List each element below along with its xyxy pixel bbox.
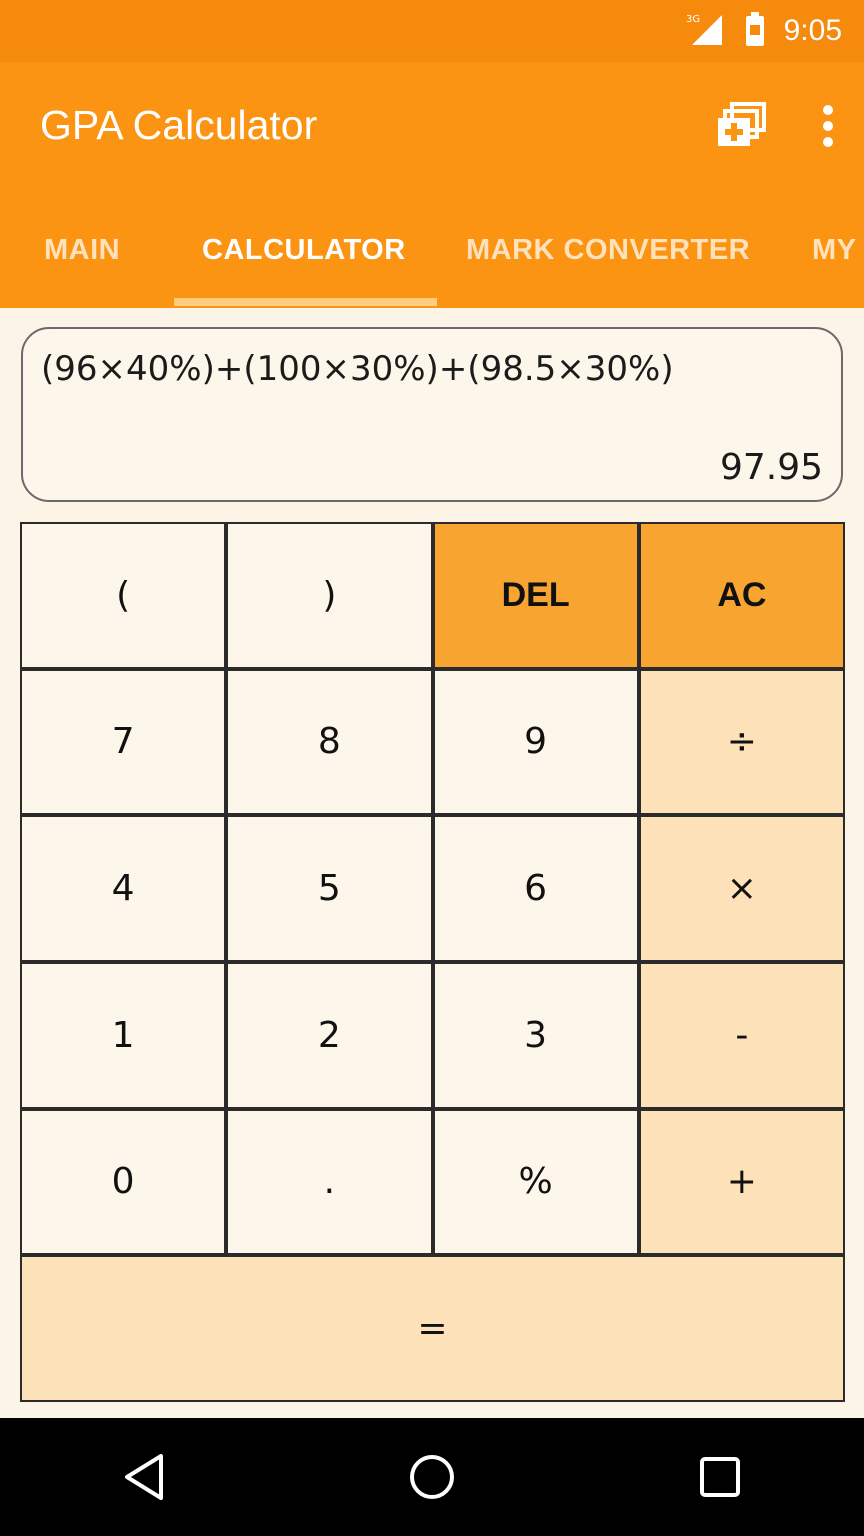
add-button[interactable]: + xyxy=(640,1110,843,1254)
status-bar: 3G 9:05 xyxy=(0,0,864,62)
tab-my[interactable]: MY xyxy=(812,228,857,308)
key-7[interactable]: 7 xyxy=(22,670,225,814)
tab-indicator xyxy=(174,298,437,306)
result-text: 97.95 xyxy=(719,447,823,488)
keypad: ( ) DEL AC 7 8 9 ÷ 4 5 6 × 1 2 3 - 0 . %… xyxy=(20,522,845,1402)
home-circle-icon xyxy=(410,1455,454,1499)
more-options-icon[interactable] xyxy=(822,104,834,152)
signal-icon: 3G xyxy=(686,11,726,51)
add-to-stack-icon[interactable] xyxy=(716,102,768,154)
multiply-button[interactable]: × xyxy=(640,817,843,960)
app-title: GPA Calculator xyxy=(40,102,318,148)
network-type-label: 3G xyxy=(686,14,700,25)
key-3[interactable]: 3 xyxy=(434,964,637,1107)
app-actions xyxy=(716,102,834,154)
key-2[interactable]: 2 xyxy=(228,964,431,1107)
key-4[interactable]: 4 xyxy=(22,817,225,960)
battery-icon xyxy=(744,11,766,51)
key-9[interactable]: 9 xyxy=(434,670,637,814)
expression-text: (96×40%)+(100×30%)+(98.5×30%) xyxy=(41,349,674,389)
key-open-paren[interactable]: ( xyxy=(22,524,225,667)
navigation-bar xyxy=(0,1418,864,1536)
recents-square-icon xyxy=(700,1457,740,1497)
tab-calculator[interactable]: CALCULATOR xyxy=(202,228,406,308)
tab-mark-converter[interactable]: MARK CONVERTER xyxy=(466,228,750,308)
key-5[interactable]: 5 xyxy=(228,817,431,960)
recents-button[interactable] xyxy=(660,1437,780,1517)
key-1[interactable]: 1 xyxy=(22,964,225,1107)
key-8[interactable]: 8 xyxy=(228,670,431,814)
status-time: 9:05 xyxy=(783,14,842,47)
decimal-button[interactable]: . xyxy=(228,1110,431,1254)
calculator-display: (96×40%)+(100×30%)+(98.5×30%) 97.95 xyxy=(21,327,843,502)
tab-main[interactable]: MAIN xyxy=(44,228,120,308)
divide-button[interactable]: ÷ xyxy=(640,670,843,814)
tab-bar: MAIN CALCULATOR MARK CONVERTER MY xyxy=(0,198,864,308)
back-button[interactable] xyxy=(84,1437,204,1517)
app-bar: GPA Calculator xyxy=(0,62,864,198)
key-6[interactable]: 6 xyxy=(434,817,637,960)
all-clear-button[interactable]: AC xyxy=(640,524,843,667)
back-triangle-icon xyxy=(125,1454,163,1500)
percent-button[interactable]: % xyxy=(434,1110,637,1254)
home-button[interactable] xyxy=(372,1437,492,1517)
equals-button[interactable]: = xyxy=(22,1257,843,1400)
delete-button[interactable]: DEL xyxy=(434,524,637,667)
key-close-paren[interactable]: ) xyxy=(228,524,431,667)
key-0[interactable]: 0 xyxy=(22,1110,225,1254)
subtract-button[interactable]: - xyxy=(640,964,843,1107)
